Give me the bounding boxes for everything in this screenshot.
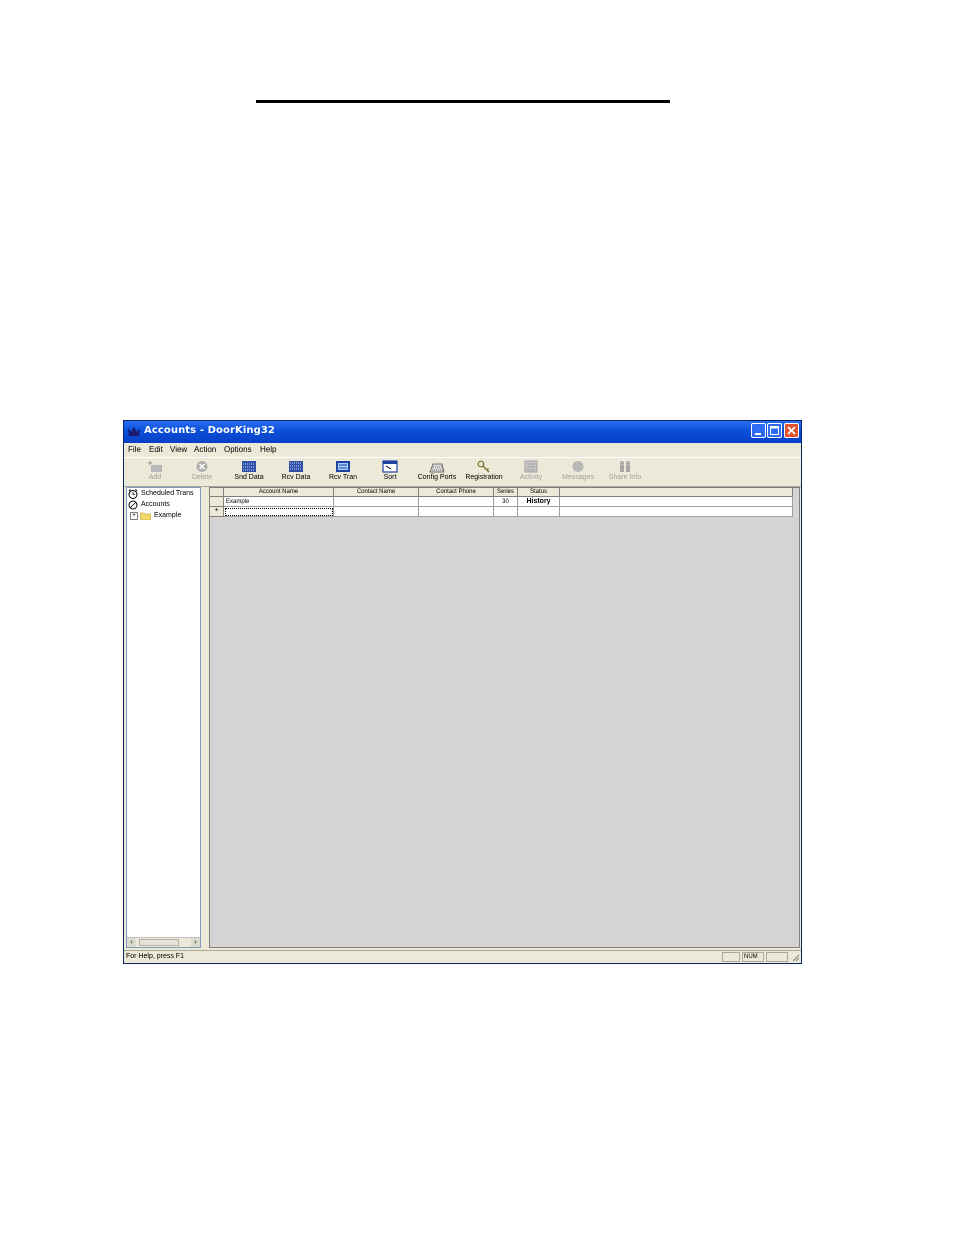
cell-contact-phone[interactable] bbox=[419, 497, 494, 507]
close-button[interactable] bbox=[784, 423, 799, 438]
window-title: Accounts - DoorKing32 bbox=[144, 425, 275, 436]
config-ports-label: Config Ports bbox=[417, 474, 457, 481]
row-filler bbox=[560, 497, 793, 507]
column-header-contact-name[interactable]: Contact Name bbox=[334, 488, 419, 497]
rcv-tran-label: Rcv Tran bbox=[328, 474, 357, 481]
menu-view[interactable]: View bbox=[170, 445, 187, 454]
share-info-label: Share Info bbox=[608, 474, 642, 481]
column-header-account-name[interactable]: Account Name bbox=[224, 488, 334, 497]
sort-label: Sort bbox=[383, 474, 397, 481]
tree-label-scheduled-trans: Scheduled Trans bbox=[141, 490, 194, 497]
menu-options[interactable]: Options bbox=[224, 445, 252, 454]
delete-button[interactable]: Delete bbox=[177, 458, 227, 486]
column-header-filler bbox=[560, 488, 793, 497]
status-pane-scroll bbox=[766, 952, 788, 962]
title-bar[interactable]: Accounts - DoorKing32 bbox=[124, 421, 801, 443]
app-window: Accounts - DoorKing32 File Edit View Act… bbox=[123, 420, 802, 964]
rcv-tran-button[interactable]: Rcv Tran bbox=[318, 458, 368, 486]
add-button[interactable]: Add bbox=[130, 458, 180, 486]
receive-data-icon bbox=[289, 461, 303, 472]
tree-expander[interactable]: + bbox=[130, 512, 138, 520]
add-label: Add bbox=[148, 474, 162, 481]
status-bar: For Help, press F1 NUM bbox=[124, 950, 801, 963]
horizontal-rule bbox=[256, 100, 670, 103]
accounts-grid: Account Name Contact Name Contact Phone … bbox=[209, 487, 800, 948]
tree-horizontal-scrollbar[interactable]: ‹ › bbox=[127, 937, 200, 947]
minimize-button[interactable] bbox=[751, 423, 766, 438]
close-icon bbox=[787, 426, 796, 435]
account-tree[interactable]: Scheduled Trans Accounts + Example ‹ › bbox=[126, 487, 201, 948]
registration-label: Registration bbox=[465, 474, 503, 481]
receive-transactions-icon bbox=[336, 461, 350, 472]
send-data-icon bbox=[242, 461, 256, 472]
folder-icon bbox=[140, 512, 151, 520]
accounts-icon bbox=[128, 500, 138, 510]
sort-button[interactable]: Sort bbox=[365, 458, 415, 486]
share-info-button[interactable]: Share Info bbox=[600, 458, 650, 486]
new-cell-status[interactable] bbox=[518, 507, 560, 517]
status-pane-empty bbox=[722, 952, 740, 962]
rcv-data-label: Rcv Data bbox=[281, 474, 311, 481]
column-header-contact-phone[interactable]: Contact Phone bbox=[419, 488, 494, 497]
cell-account-name[interactable]: Example bbox=[224, 497, 334, 507]
messages-label: Messages bbox=[562, 474, 594, 481]
history-button[interactable]: History bbox=[518, 497, 560, 507]
new-cell-contact-name[interactable] bbox=[334, 507, 419, 517]
menu-action[interactable]: Action bbox=[194, 445, 216, 454]
tree-label-example: Example bbox=[154, 512, 182, 519]
crown-icon bbox=[128, 427, 140, 436]
maximize-icon bbox=[770, 426, 779, 435]
new-cell-account-name[interactable] bbox=[224, 507, 334, 517]
activity-label: Activity bbox=[519, 474, 543, 481]
new-row-filler bbox=[560, 507, 793, 517]
status-message: For Help, press F1 bbox=[126, 953, 184, 960]
column-header-series[interactable]: Series bbox=[494, 488, 518, 497]
menu-bar: File Edit View Action Options Help bbox=[124, 443, 801, 456]
new-row-selector[interactable]: * bbox=[210, 507, 224, 517]
snd-data-button[interactable]: Snd Data bbox=[224, 458, 274, 486]
menu-edit[interactable]: Edit bbox=[149, 445, 163, 454]
activity-button[interactable]: Activity bbox=[506, 458, 556, 486]
rcv-data-button[interactable]: Rcv Data bbox=[271, 458, 321, 486]
status-num-indicator: NUM bbox=[742, 952, 764, 962]
scroll-thumb[interactable] bbox=[139, 939, 179, 946]
menu-help[interactable]: Help bbox=[260, 445, 276, 454]
column-header-status[interactable]: Status bbox=[518, 488, 560, 497]
maximize-button[interactable] bbox=[767, 423, 782, 438]
new-cell-series[interactable] bbox=[494, 507, 518, 517]
cell-series[interactable]: 30 bbox=[494, 497, 518, 507]
grid-corner bbox=[210, 488, 224, 497]
menu-file[interactable]: File bbox=[128, 445, 141, 454]
cell-contact-name[interactable] bbox=[334, 497, 419, 507]
minimize-icon bbox=[755, 433, 761, 435]
registration-button[interactable]: Registration bbox=[459, 458, 509, 486]
registration-key-icon bbox=[477, 460, 490, 473]
resize-grip-icon[interactable] bbox=[791, 953, 800, 962]
messages-icon bbox=[572, 461, 584, 472]
delete-label: Delete bbox=[191, 474, 213, 481]
tree-label-accounts: Accounts bbox=[141, 501, 170, 508]
alarm-clock-icon bbox=[128, 489, 138, 499]
scroll-left-button[interactable]: ‹ bbox=[127, 938, 136, 947]
snd-data-label: Snd Data bbox=[234, 474, 264, 481]
config-ports-icon bbox=[429, 463, 445, 473]
scroll-right-button[interactable]: › bbox=[191, 938, 200, 947]
row-selector[interactable] bbox=[210, 497, 224, 507]
toolbar: Add Delete Snd Data Rcv Data Rcv Tran So… bbox=[124, 457, 801, 487]
share-info-icon bbox=[620, 461, 630, 472]
delete-icon bbox=[196, 461, 208, 472]
messages-button[interactable]: Messages bbox=[553, 458, 603, 486]
new-cell-contact-phone[interactable] bbox=[419, 507, 494, 517]
sort-icon bbox=[382, 460, 398, 473]
add-icon bbox=[148, 461, 162, 472]
activity-icon bbox=[524, 460, 538, 473]
config-ports-button[interactable]: Config Ports bbox=[412, 458, 462, 486]
